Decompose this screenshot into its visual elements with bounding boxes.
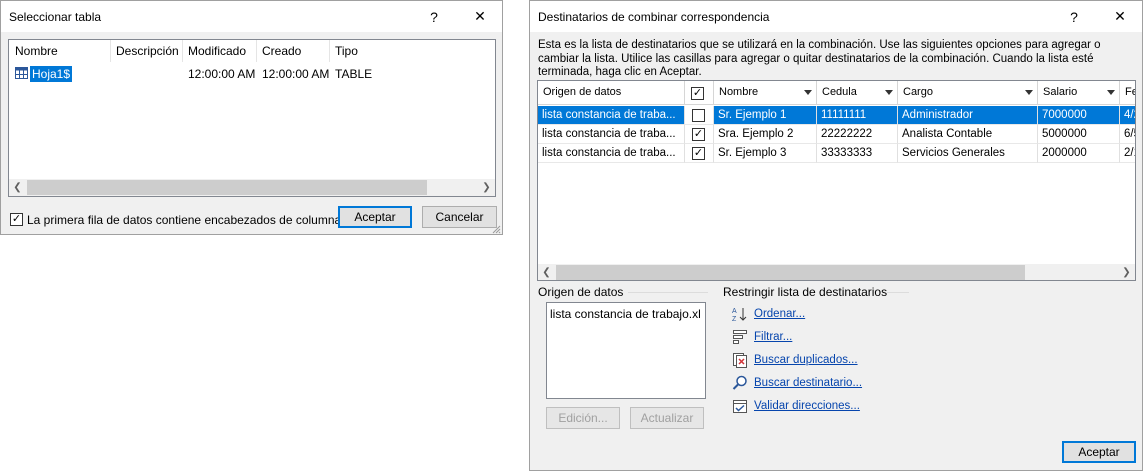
row-cargo: Servicios Generales [898, 144, 1038, 163]
source-list[interactable]: lista constancia de trabajo.xl [546, 302, 706, 399]
filter-icon [732, 329, 748, 345]
scrollbar-thumb[interactable] [27, 180, 427, 195]
find-duplicates-icon [732, 352, 748, 368]
row-checkbox[interactable]: ✓ [692, 128, 705, 141]
resize-grip-icon[interactable] [491, 223, 501, 234]
select-all-checkbox[interactable]: ✓ [691, 87, 704, 100]
table-grid-icon [15, 67, 28, 79]
scrollbar-thumb[interactable] [556, 265, 1025, 280]
group-line [628, 292, 708, 293]
dropdown-arrow-icon[interactable] [804, 90, 812, 95]
row-created: 12:00:00 AM [262, 67, 330, 81]
find-recipient-icon [732, 375, 748, 391]
sort-icon: AZ [732, 306, 748, 323]
horizontal-scrollbar[interactable]: ❮ ❯ [9, 179, 495, 196]
select-table-dialog: Seleccionar tabla ? ✕ Nombre Descripción… [0, 0, 503, 235]
dropdown-arrow-icon[interactable] [1025, 90, 1033, 95]
row-name: Sr. Ejemplo 1 [714, 106, 817, 125]
row-checkbox[interactable]: ✓ [692, 109, 705, 122]
find-recipient-link[interactable]: Buscar destinatario... [754, 377, 862, 389]
ok-button[interactable]: Aceptar [1062, 441, 1136, 463]
restrict-group-label: Restringir lista de destinatarios [723, 285, 888, 299]
scroll-right-icon[interactable]: ❯ [478, 179, 495, 196]
row-source: lista constancia de traba... [538, 106, 685, 125]
validate-addresses-link[interactable]: Validar direcciones... [754, 400, 860, 412]
row-salario: 5000000 [1038, 125, 1120, 144]
refresh-button[interactable]: Actualizar [630, 407, 704, 429]
dialog-title: Destinatarios de combinar correspondenci… [538, 10, 770, 24]
mail-merge-recipients-dialog: Destinatarios de combinar correspondenci… [529, 0, 1143, 471]
table-row[interactable]: lista constancia de traba... ✓ Sr. Ejemp… [538, 106, 1135, 125]
row-cedula: 11111111 [817, 106, 898, 125]
row-cargo: Analista Contable [898, 125, 1038, 144]
column-header-modified[interactable]: Modificado [182, 40, 256, 62]
cancel-button[interactable]: Cancelar [422, 206, 497, 228]
row-salario: 2000000 [1038, 144, 1120, 163]
row-name: Sr. Ejemplo 3 [714, 144, 817, 163]
recipients-grid[interactable]: Origen de datos ✓ Nombre Cedula Cargo Sa… [537, 80, 1136, 281]
header-row-checkbox-label[interactable]: La primera fila de datos contiene encabe… [27, 213, 341, 227]
group-line [887, 292, 909, 293]
horizontal-scrollbar[interactable]: ❮ ❯ [538, 264, 1135, 280]
row-fecha: 4/2 [1120, 106, 1135, 125]
help-button[interactable]: ? [412, 1, 456, 32]
table-row[interactable]: Hoja1$ 12:00:00 AM 12:00:00 AM TABLE [9, 65, 495, 83]
row-checkbox[interactable]: ✓ [692, 147, 705, 160]
column-header-name[interactable]: Nombre [9, 40, 110, 62]
dropdown-arrow-icon[interactable] [885, 90, 893, 95]
table-row[interactable]: lista constancia de traba... ✓ Sr. Ejemp… [538, 144, 1135, 163]
validate-addresses-icon [732, 398, 748, 414]
column-header-created[interactable]: Creado [256, 40, 329, 62]
row-check-cell: ✓ [685, 125, 714, 144]
column-header-name[interactable]: Nombre [714, 81, 817, 105]
scroll-left-icon[interactable]: ❮ [9, 179, 26, 196]
scroll-right-icon[interactable]: ❯ [1118, 264, 1135, 280]
table-list[interactable]: Nombre Descripción Modificado Creado Tip… [8, 39, 496, 197]
column-header-cargo[interactable]: Cargo [898, 81, 1038, 105]
header-row-checkbox[interactable]: ✓ [10, 213, 23, 226]
row-cargo: Administrador [898, 106, 1038, 125]
svg-text:A: A [732, 308, 737, 315]
column-header-source[interactable]: Origen de datos [538, 81, 685, 105]
title-bar: Seleccionar tabla ? ✕ [1, 1, 502, 32]
row-cedula: 22222222 [817, 125, 898, 144]
row-type: TABLE [335, 67, 373, 81]
table-row[interactable]: lista constancia de traba... ✓ Sra. Ejem… [538, 125, 1135, 144]
row-salario: 7000000 [1038, 106, 1120, 125]
source-group-label: Origen de datos [538, 285, 624, 299]
help-button[interactable]: ? [1052, 1, 1096, 32]
svg-text:Z: Z [732, 316, 737, 322]
row-source: lista constancia de traba... [538, 125, 685, 144]
filter-link[interactable]: Filtrar... [754, 331, 792, 343]
column-header-type[interactable]: Tipo [329, 40, 409, 62]
ok-button[interactable]: Aceptar [338, 206, 412, 228]
row-name: Hoja1$ [30, 66, 73, 82]
column-header-cedula[interactable]: Cedula [817, 81, 898, 105]
column-header-description[interactable]: Descripción [110, 40, 182, 62]
find-duplicates-link[interactable]: Buscar duplicados... [754, 354, 858, 366]
row-fecha: 2/1 [1120, 144, 1135, 163]
row-cedula: 33333333 [817, 144, 898, 163]
column-header-fecha[interactable]: Fec [1120, 81, 1135, 105]
row-modified: 12:00:00 AM [188, 67, 256, 81]
source-list-item[interactable]: lista constancia de trabajo.xl [550, 307, 701, 321]
row-name: Sra. Ejemplo 2 [714, 125, 817, 144]
close-button[interactable]: ✕ [458, 1, 502, 32]
row-check-cell: ✓ [685, 144, 714, 163]
instructions-text: Esta es la lista de destinatarios que se… [538, 39, 1101, 78]
edit-button[interactable]: Edición... [546, 407, 620, 429]
dialog-title: Seleccionar tabla [9, 10, 102, 24]
column-header-check[interactable]: ✓ [685, 81, 714, 105]
title-bar: Destinatarios de combinar correspondenci… [530, 1, 1142, 32]
row-check-cell: ✓ [685, 106, 714, 125]
row-fecha: 6/5 [1120, 125, 1135, 144]
row-source: lista constancia de traba... [538, 144, 685, 163]
dropdown-arrow-icon[interactable] [1107, 90, 1115, 95]
scroll-left-icon[interactable]: ❮ [538, 264, 555, 280]
close-button[interactable]: ✕ [1098, 1, 1142, 32]
column-header-salario[interactable]: Salario [1038, 81, 1120, 105]
sort-link[interactable]: Ordenar... [754, 308, 805, 320]
